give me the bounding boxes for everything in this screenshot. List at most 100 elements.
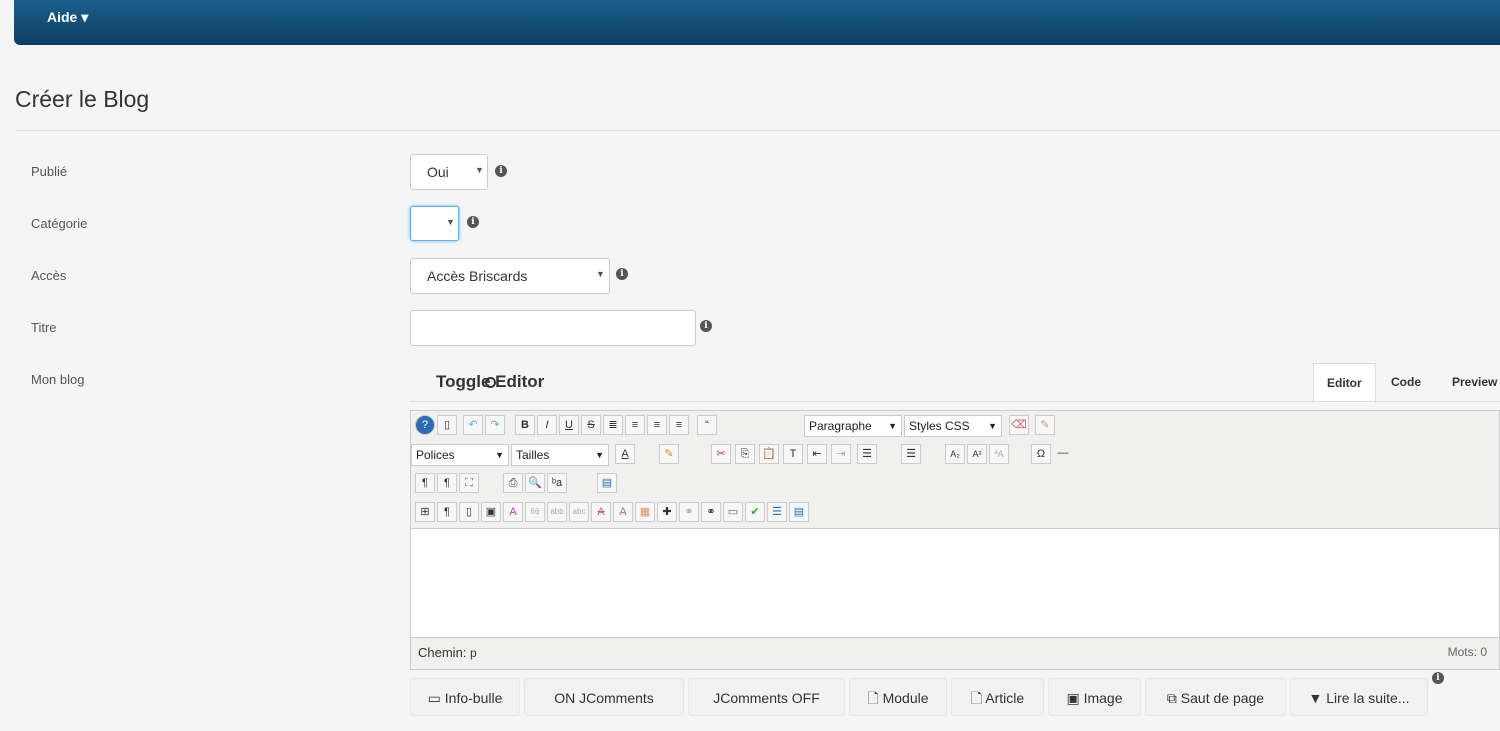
highlight-color-icon[interactable]: ✎ — [659, 444, 679, 464]
image-icon[interactable]: ▭ — [723, 502, 743, 522]
replace-icon[interactable]: ᵇa — [547, 473, 567, 493]
styles-icon[interactable]: A — [503, 502, 523, 522]
special-char-icon[interactable]: Ω — [1031, 444, 1051, 464]
new-document-icon[interactable]: ▯ — [437, 415, 457, 435]
fonts-select-value: Polices — [416, 448, 455, 462]
editor-path: Chemin: p — [418, 645, 477, 660]
word-count: Mots: 0 — [1447, 645, 1487, 659]
search-icon[interactable]: 🔍 — [525, 473, 545, 493]
editor-content-area[interactable] — [411, 528, 1499, 638]
sizes-select[interactable]: Tailles ▼ — [511, 444, 609, 466]
info-icon[interactable]: i — [467, 216, 479, 228]
insert-text-icon[interactable]: A — [613, 502, 633, 522]
category-select[interactable]: ▼ — [410, 206, 459, 241]
info-icon[interactable]: i — [1432, 672, 1444, 684]
brush-icon[interactable]: ✎ — [1035, 415, 1055, 435]
align-left-icon[interactable]: ≡ — [647, 415, 667, 435]
unlink-icon[interactable]: ⚭ — [679, 502, 699, 522]
tooltip-button-label: Info-bulle — [444, 690, 503, 706]
redo-icon[interactable]: ↷ — [485, 415, 505, 435]
align-center-icon[interactable]: ≡ — [625, 415, 645, 435]
visual-chars-icon[interactable]: ¶ — [437, 502, 457, 522]
help-menu[interactable]: Aide ▾ — [47, 9, 88, 26]
insert-file-icon[interactable]: ▯ — [459, 502, 479, 522]
print-icon[interactable]: ⎙ — [503, 473, 523, 493]
category-label: Catégorie — [31, 216, 88, 231]
path-label: Chemin: — [418, 645, 467, 660]
pagebreak-button[interactable]: ⧉ Saut de page — [1145, 678, 1286, 716]
tab-editor[interactable]: Editor — [1313, 363, 1376, 403]
eraser-icon[interactable]: ⌫ — [1009, 415, 1029, 435]
info-icon[interactable]: i — [495, 165, 507, 177]
strikethrough-icon[interactable]: S — [581, 415, 601, 435]
link-icon[interactable]: ⚭ — [701, 502, 721, 522]
chevron-down-icon: ▼ — [475, 165, 484, 175]
table-icon[interactable]: ⊞ — [415, 502, 435, 522]
tab-preview[interactable]: Preview — [1452, 363, 1497, 402]
published-select[interactable]: Oui ▼ — [410, 154, 488, 190]
paste-icon[interactable]: 📋 — [759, 444, 779, 464]
acronym-icon[interactable]: abc — [569, 502, 589, 522]
published-value: Oui — [427, 164, 449, 180]
format-select[interactable]: Paragraphe ▼ — [804, 415, 902, 437]
horizontal-rule-icon[interactable]: — — [1053, 444, 1073, 464]
spellcheck-icon[interactable]: ✔ — [745, 502, 765, 522]
access-select[interactable]: Accès Briscards ▼ — [410, 258, 610, 294]
rtl-icon[interactable]: ¶ — [437, 473, 457, 493]
delete-text-icon[interactable]: A — [591, 502, 611, 522]
bold-icon[interactable]: B — [515, 415, 535, 435]
article-button[interactable]: 🗋 Article — [951, 678, 1044, 716]
sizes-select-value: Tailles — [516, 448, 550, 462]
module-button[interactable]: 🗋 Module — [849, 678, 947, 716]
readmore-button-label: Lire la suite... — [1326, 690, 1410, 706]
indent-icon[interactable]: ⇥ — [831, 444, 851, 464]
subscript-icon[interactable]: A₂ — [945, 444, 965, 464]
copy-icon[interactable]: ⎘ — [735, 444, 755, 464]
underline-icon[interactable]: U — [559, 415, 579, 435]
outdent-icon[interactable]: ⇤ — [807, 444, 827, 464]
toolbar-row-4: ⊞ ¶ ▯ ▣ A 66 abb abc A A ▦ ✚ ⚭ ⚭ ▭ ✔ ☰ ▤ — [411, 502, 1499, 528]
image-button[interactable]: ▣ Image — [1048, 678, 1141, 716]
blockquote-icon[interactable]: “ — [697, 415, 717, 435]
title-input[interactable] — [410, 310, 696, 346]
paste-text-icon[interactable]: T — [783, 444, 803, 464]
jcomments-off-button[interactable]: JComments OFF — [688, 678, 845, 716]
fullscreen-icon[interactable]: ⛶ — [459, 473, 479, 493]
tab-code[interactable]: Code — [1391, 363, 1421, 402]
text-color-icon[interactable]: A — [615, 444, 635, 464]
published-label: Publié — [31, 164, 68, 179]
tooltip-button[interactable]: ▭ Info-bulle — [410, 678, 520, 716]
align-right-icon[interactable]: ≡ — [669, 415, 689, 435]
italic-icon[interactable]: I — [537, 415, 557, 435]
layer-icon[interactable]: ✚ — [657, 502, 677, 522]
fonts-select[interactable]: Polices ▼ — [411, 444, 509, 466]
font-size-icon[interactable]: ªA — [989, 444, 1009, 464]
readmore-button[interactable]: ▼ Lire la suite... — [1290, 678, 1428, 716]
bullet-list-icon[interactable]: ☰ — [901, 444, 921, 464]
cut-icon[interactable]: ✂ — [711, 444, 731, 464]
chevron-down-icon: ▼ — [446, 217, 455, 227]
jcomments-on-button[interactable]: ON JComments — [524, 678, 684, 716]
page-title: Créer le Blog — [15, 86, 150, 112]
abbr-icon[interactable]: abb — [547, 502, 567, 522]
cite-icon[interactable]: 66 — [525, 502, 545, 522]
top-navbar: Aide ▾ — [14, 0, 1500, 45]
chevron-down-icon: ▼ — [1308, 690, 1323, 706]
help-icon[interactable]: ? — [415, 415, 435, 435]
styles-select[interactable]: Styles CSS ▼ — [904, 415, 1002, 437]
align-justify-icon[interactable]: ≣ — [603, 415, 623, 435]
info-icon[interactable]: i — [700, 320, 712, 332]
media-icon[interactable]: ▣ — [481, 502, 501, 522]
undo-icon[interactable]: ↶ — [463, 415, 483, 435]
ltr-icon[interactable]: ¶ — [415, 473, 435, 493]
info-icon[interactable]: i — [616, 268, 628, 280]
template-icon[interactable]: ▤ — [597, 473, 617, 493]
numbered-list-icon[interactable]: ☰ — [857, 444, 877, 464]
readmore-icon[interactable]: ▤ — [789, 502, 809, 522]
attributes-icon[interactable]: ▦ — [635, 502, 655, 522]
superscript-icon[interactable]: A² — [967, 444, 987, 464]
module-button-label: Module — [882, 690, 929, 706]
chevron-down-icon: ▼ — [888, 421, 897, 431]
pagebreak-icon[interactable]: ☰ — [767, 502, 787, 522]
access-value: Accès Briscards — [427, 268, 528, 284]
